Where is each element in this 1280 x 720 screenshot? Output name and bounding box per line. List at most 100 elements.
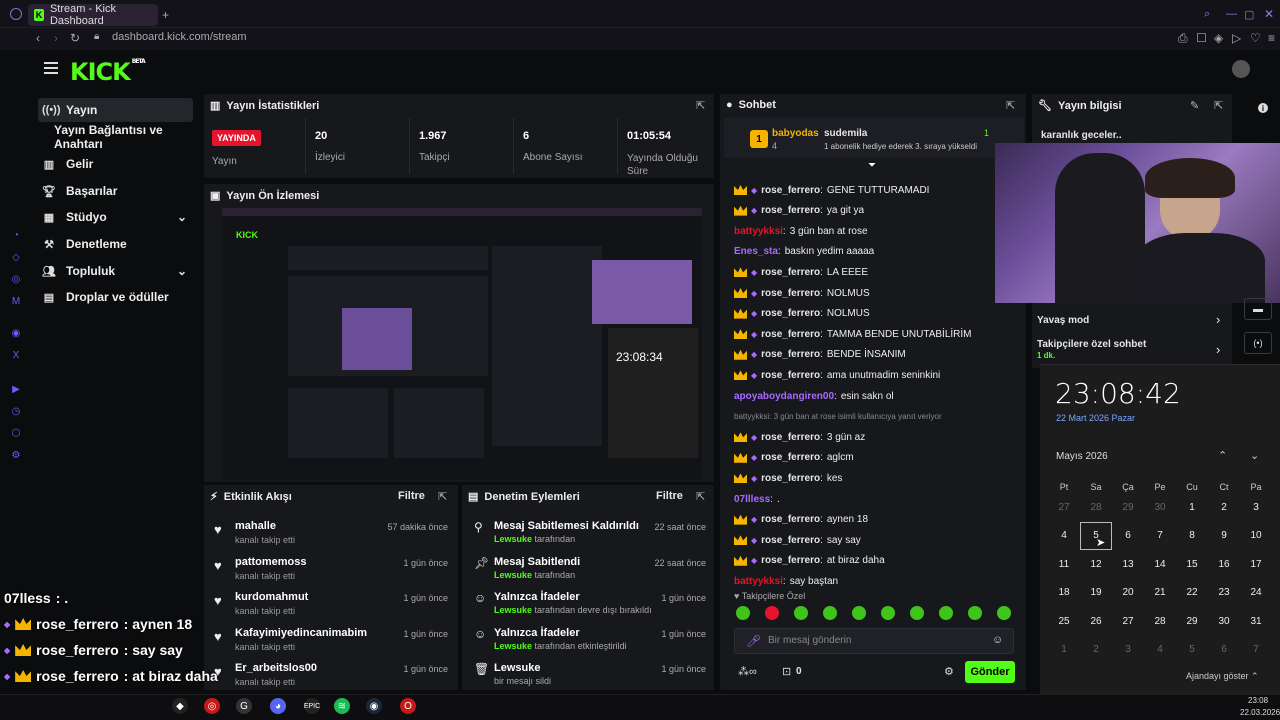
url-field[interactable]: dashboard.kick.com/stream — [112, 31, 247, 43]
chat-message[interactable]: Enes_sta: baskın yedim aaaaa — [734, 242, 1024, 262]
expand-icon[interactable]: ⇱ — [1006, 99, 1015, 112]
chat-username[interactable]: rose_ferrero — [761, 514, 820, 525]
calendar-day[interactable]: 1 — [1048, 636, 1080, 664]
calendar-day[interactable]: 19 — [1080, 579, 1112, 607]
emote-icon[interactable] — [939, 606, 953, 620]
expand-icon[interactable]: ⇱ — [438, 490, 447, 503]
chat-username[interactable]: rose_ferrero — [761, 308, 820, 319]
chat-username[interactable]: rose_ferrero — [761, 473, 820, 484]
sidebar-item-community[interactable]: 👥︎ Topluluk ⌄ — [38, 259, 193, 283]
search-icon[interactable]: ⌕ — [1204, 8, 1210, 21]
chat-username[interactable]: 07llless — [734, 494, 770, 505]
sidebar-item-drops[interactable]: ▤ Droplar ve ödüller — [38, 285, 193, 309]
back-icon[interactable]: ‹ — [36, 31, 40, 45]
pin-collapse-icon[interactable]: ⏷ — [868, 160, 876, 171]
rail-clock-icon[interactable]: ◷ — [8, 406, 24, 417]
taskbar-spotify-icon[interactable]: ≋ — [334, 698, 350, 714]
reload-icon[interactable]: ↻ — [70, 31, 80, 45]
calendar-day[interactable]: 1 — [1176, 493, 1208, 521]
send-button[interactable]: Gönder — [965, 661, 1015, 683]
calendar-day[interactable]: 21 — [1144, 579, 1176, 607]
moderation-item[interactable]: 🗑︎ Lewsuke bir mesajı sildi 1 gün önce — [470, 662, 710, 698]
calendar-day[interactable]: 13 — [1112, 550, 1144, 578]
clock-date[interactable]: 22 Mart 2026 Pazar — [1056, 413, 1135, 423]
calendar-day[interactable]: 9 — [1208, 522, 1240, 550]
chat-message[interactable]: battyykksi: say baştan — [734, 571, 1024, 591]
chat-username[interactable]: rose_ferrero — [761, 370, 820, 381]
emote-icon[interactable] — [881, 606, 895, 620]
calendar-day[interactable]: 30 — [1208, 607, 1240, 635]
chat-username[interactable]: rose_ferrero — [761, 329, 820, 340]
edit-icon[interactable]: ✎ — [1190, 99, 1199, 112]
snapshot-icon[interactable]: ⎙ — [1178, 31, 1188, 46]
settings-icon[interactable]: ⚙ — [944, 665, 954, 678]
chat-username[interactable]: rose_ferrero — [761, 288, 820, 299]
moderation-item[interactable]: ☺ Yalnızca İfadeler Lewsuke tarafından etk… — [470, 627, 710, 663]
moderation-item[interactable]: ☺ Yalnızca İfadeler Lewsuke tarafından dev… — [470, 591, 710, 627]
calendar-day[interactable]: 6 — [1112, 522, 1144, 550]
emote-icon[interactable] — [968, 606, 982, 620]
rail-tag-icon[interactable]: ◇ — [8, 252, 24, 263]
taskbar-discord-icon[interactable]: ◕ — [270, 698, 286, 714]
calendar-day[interactable]: 6 — [1208, 636, 1240, 664]
calendar-day[interactable]: 4 — [1144, 636, 1176, 664]
chat-message[interactable]: ◆ rose_ferrero:3 gün az — [734, 427, 1024, 447]
chat-username[interactable]: rose_ferrero — [761, 267, 820, 278]
calendar-day[interactable]: 10 — [1240, 522, 1272, 550]
taskbar-opera-icon[interactable]: O — [400, 698, 416, 714]
moderation-item[interactable]: 📌︎ Mesaj Sabitlendi Lewsuke tarafından 22 s… — [470, 556, 710, 592]
emote-icon[interactable] — [823, 606, 837, 620]
avatar[interactable] — [1232, 60, 1250, 78]
calendar-day[interactable]: 5 — [1176, 636, 1208, 664]
emote-icon[interactable] — [736, 606, 750, 620]
browser-tab[interactable]: K Stream - Kick Dashboard — [28, 3, 158, 27]
bookmark-icon[interactable]: ☐ — [1196, 31, 1207, 45]
chat-toggle-icon[interactable]: ▬ — [1244, 298, 1272, 320]
calendar-day[interactable]: 7 — [1144, 522, 1176, 550]
hamburger-menu-icon[interactable] — [44, 62, 58, 74]
maximize-icon[interactable]: ▢ — [1244, 8, 1254, 21]
calendar-day[interactable]: 31 — [1240, 607, 1272, 635]
chat-username[interactable]: rose_ferrero — [761, 535, 820, 546]
calendar-day[interactable]: 12 — [1080, 550, 1112, 578]
calendar-day[interactable]: 24 — [1240, 579, 1272, 607]
calendar-day[interactable]: 26 — [1080, 607, 1112, 635]
sidebar-item-revenue[interactable]: ▥ Gelir — [38, 152, 193, 176]
calendar-day[interactable]: 23 — [1208, 579, 1240, 607]
new-tab-icon[interactable]: + — [162, 8, 169, 22]
event-item[interactable]: ♥ pattomemoss kanalı takip etti 1 gün önce — [210, 556, 454, 592]
chat-message[interactable]: ◆ rose_ferrero: TAMMA BENDE UNUTABİLİRİM — [734, 324, 1024, 344]
chat-username[interactable]: battyykksi — [734, 576, 783, 587]
emote-icon[interactable] — [794, 606, 808, 620]
rail-x-icon[interactable]: X — [8, 350, 24, 361]
chat-message[interactable]: apoyaboydangiren00: esin sakn ol — [734, 386, 1024, 406]
chat-message[interactable]: ◆ rose_ferrero: GENE TUTTURAMADI — [734, 180, 1024, 200]
taskbar-app-icon[interactable]: G — [236, 698, 252, 714]
event-item[interactable]: ♥ Kafayimiyedincanimabim kanalı takip etti… — [210, 627, 454, 663]
chat-message[interactable]: 07llless:. — [734, 489, 1024, 509]
taskbar-app-icon[interactable]: ◆ — [172, 698, 188, 714]
calendar-day[interactable]: 29 — [1176, 607, 1208, 635]
chevron-right-icon[interactable]: › — [1216, 312, 1220, 327]
sidebar-item-stream[interactable]: ((•)) Yayın — [38, 98, 193, 122]
moderation-filter-button[interactable]: Filtre — [656, 490, 683, 502]
chat-message[interactable]: ◆ rose_ferrero: ama unutmadim seninkini — [734, 365, 1024, 385]
opera-icon[interactable] — [10, 8, 22, 20]
calendar-day[interactable]: 3 — [1112, 636, 1144, 664]
rail-settings-icon[interactable]: ⚙ — [8, 450, 24, 461]
close-icon[interactable]: ✕ — [1264, 7, 1274, 21]
taskbar-steam-icon[interactable]: ◉ — [366, 698, 382, 714]
chat-username[interactable]: apoyaboydangiren00 — [734, 391, 834, 402]
taskbar-epic-icon[interactable]: EPIC — [304, 698, 320, 714]
chevron-up-icon[interactable]: ⌃ — [1218, 449, 1227, 462]
chat-message[interactable]: battyykksi:3 gün ban at rose — [734, 221, 1024, 241]
calendar-day[interactable]: 14 — [1144, 550, 1176, 578]
chat-username[interactable]: rose_ferrero — [761, 205, 820, 216]
calendar-day[interactable]: 8 — [1176, 522, 1208, 550]
chevron-down-icon[interactable]: ⌄ — [1250, 449, 1259, 462]
rail-instagram-icon[interactable]: ◎ — [8, 274, 24, 285]
calendar-day[interactable]: 3 — [1240, 493, 1272, 521]
chat-message[interactable]: ◆ rose_ferrero: aglcm — [734, 448, 1024, 468]
calendar-day[interactable]: 20 — [1112, 579, 1144, 607]
rail-mail-icon[interactable]: M — [8, 296, 24, 307]
